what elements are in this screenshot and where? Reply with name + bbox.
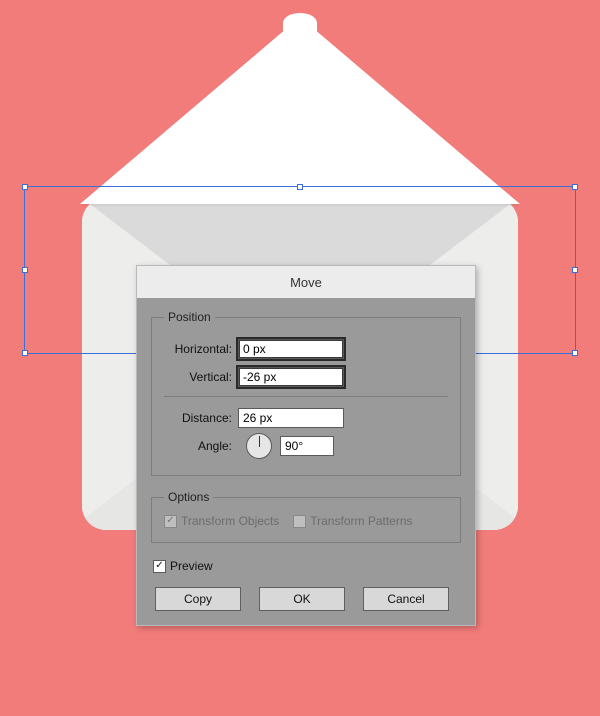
cancel-button[interactable]: Cancel	[363, 587, 449, 611]
horizontal-label: Horizontal:	[164, 342, 238, 356]
checkbox-icon: ✓	[164, 515, 177, 528]
dialog-title-text: Move	[290, 275, 322, 290]
angle-dial[interactable]	[246, 433, 272, 459]
envelope-flap-tip	[283, 13, 317, 33]
preview-label: Preview	[170, 559, 213, 573]
copy-button[interactable]: Copy	[155, 587, 241, 611]
options-row: ✓ Transform Objects Transform Patterns	[164, 514, 448, 528]
horizontal-input[interactable]	[238, 339, 344, 359]
position-legend: Position	[164, 310, 215, 324]
transform-patterns-label: Transform Patterns	[310, 514, 412, 528]
selection-handle-bottom-left[interactable]	[22, 350, 28, 356]
horizontal-row: Horizontal:	[164, 336, 448, 362]
angle-label: Angle:	[164, 439, 238, 453]
position-group: Position Horizontal: Vertical: Distance:…	[151, 310, 461, 476]
envelope-flap	[80, 17, 520, 204]
dialog-body: Position Horizontal: Vertical: Distance:…	[137, 298, 475, 625]
vertical-row: Vertical:	[164, 364, 448, 390]
vertical-input[interactable]	[238, 367, 344, 387]
transform-objects-label: Transform Objects	[181, 514, 279, 528]
transform-patterns-checkbox: Transform Patterns	[293, 514, 412, 528]
selection-handle-top-right[interactable]	[572, 184, 578, 190]
preview-checkbox[interactable]: ✓ Preview	[153, 559, 213, 573]
options-legend: Options	[164, 490, 213, 504]
selection-handle-top-left[interactable]	[22, 184, 28, 190]
selection-handle-middle-left[interactable]	[22, 267, 28, 273]
angle-row: Angle:	[164, 433, 448, 459]
options-group: Options ✓ Transform Objects Transform Pa…	[151, 490, 461, 543]
selection-handle-bottom-right[interactable]	[572, 350, 578, 356]
angle-input[interactable]	[280, 436, 334, 456]
checkbox-icon	[293, 515, 306, 528]
distance-row: Distance:	[164, 405, 448, 431]
position-divider	[164, 396, 448, 397]
selection-handle-middle-right[interactable]	[572, 267, 578, 273]
distance-input[interactable]	[238, 408, 344, 428]
checkbox-icon: ✓	[153, 560, 166, 573]
dialog-buttons: Copy OK Cancel	[151, 587, 461, 611]
distance-label: Distance:	[164, 411, 238, 425]
ok-button[interactable]: OK	[259, 587, 345, 611]
dialog-title: Move	[137, 266, 475, 298]
transform-objects-checkbox: ✓ Transform Objects	[164, 514, 279, 528]
move-dialog: Move Position Horizontal: Vertical: Dist…	[136, 265, 476, 626]
preview-row: ✓ Preview	[153, 557, 461, 573]
vertical-label: Vertical:	[164, 370, 238, 384]
